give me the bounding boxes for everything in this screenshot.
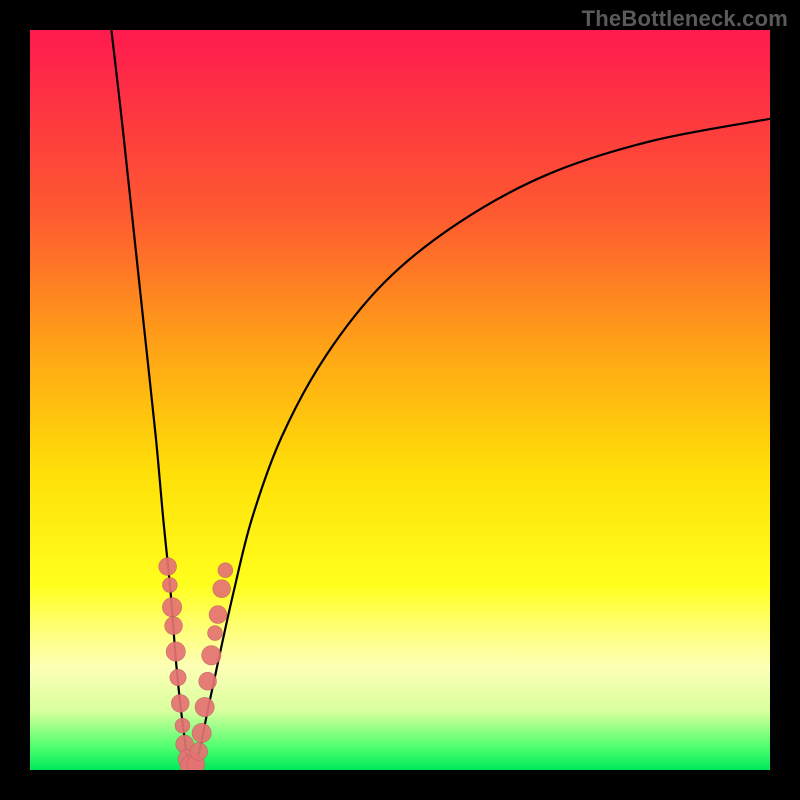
cluster-dot: [162, 578, 177, 593]
cluster-dot: [162, 598, 181, 617]
cluster-dot: [171, 695, 189, 713]
cluster-dot: [190, 743, 208, 761]
cluster-dot: [195, 697, 214, 716]
plot-area-bg: [30, 30, 770, 770]
cluster-dot: [199, 672, 217, 690]
cluster-dot: [209, 606, 227, 624]
watermark-text: TheBottleneck.com: [582, 6, 788, 32]
cluster-dot: [202, 646, 221, 665]
cluster-dot: [166, 642, 185, 661]
cluster-dot: [192, 723, 211, 742]
cluster-dot: [175, 718, 190, 733]
chart-svg: [0, 0, 800, 800]
cluster-dot: [170, 669, 186, 685]
cluster-dot: [159, 558, 177, 576]
cluster-dot: [213, 580, 231, 598]
chart-frame: TheBottleneck.com: [0, 0, 800, 800]
cluster-dot: [218, 563, 233, 578]
cluster-dot: [208, 626, 223, 641]
cluster-dot: [165, 617, 183, 635]
